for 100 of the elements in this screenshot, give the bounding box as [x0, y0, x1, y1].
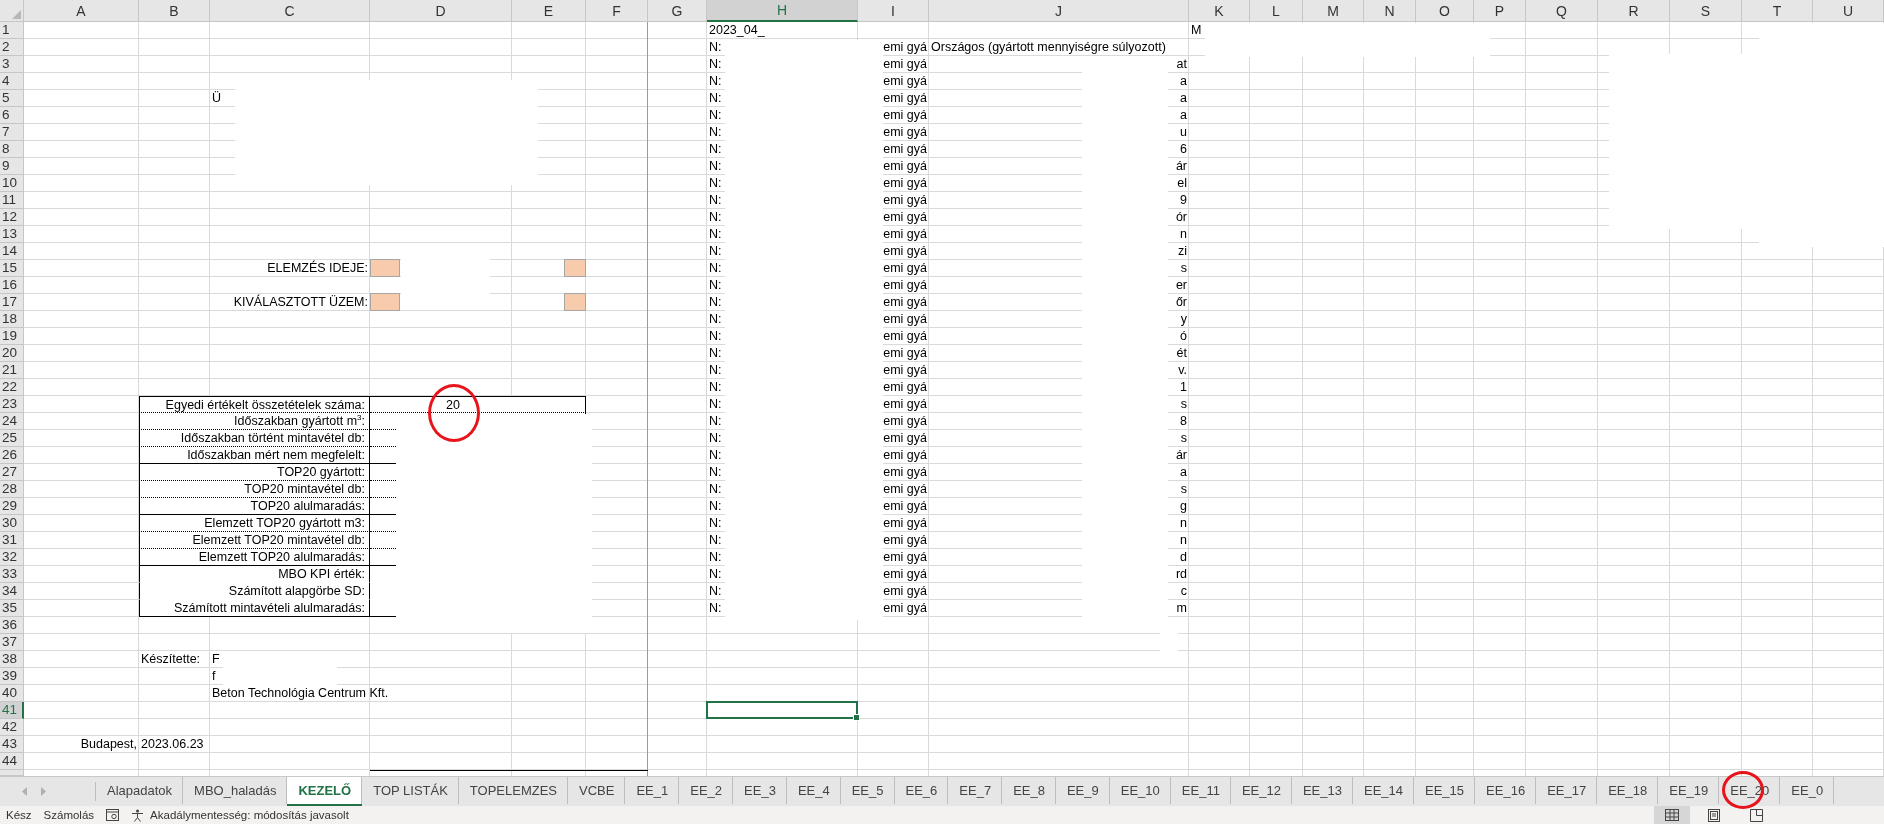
accessibility-status[interactable]: Akadálymentesség: módosítás javasolt — [150, 809, 355, 821]
sheet-tab[interactable]: TOP LISTÁK — [362, 777, 459, 806]
row-header[interactable]: 29 — [0, 498, 24, 515]
sheet-tab[interactable]: EE_19 — [1658, 777, 1720, 806]
sheet-tab[interactable]: EE_9 — [1055, 777, 1110, 806]
column-header[interactable]: J — [929, 0, 1189, 22]
sheet-tab[interactable]: VCBE — [568, 777, 626, 806]
row-header[interactable]: 23 — [0, 396, 24, 413]
sheet-tab[interactable]: EE_13 — [1291, 777, 1353, 806]
column-header[interactable]: Q — [1526, 0, 1598, 22]
row-header[interactable]: 37 — [0, 634, 24, 651]
row-header[interactable]: 24 — [0, 413, 24, 430]
column-header[interactable]: A — [24, 0, 139, 22]
row-header[interactable]: 38 — [0, 651, 24, 668]
column-header[interactable]: K — [1189, 0, 1250, 22]
row-header[interactable]: 32 — [0, 549, 24, 566]
row-header[interactable]: 16 — [0, 277, 24, 294]
sheet-tab[interactable]: KEZELŐ — [287, 777, 363, 806]
row-header[interactable]: 17 — [0, 294, 24, 311]
row-header[interactable]: 35 — [0, 600, 24, 617]
row-header[interactable]: 15 — [0, 260, 24, 277]
shaded-input-cell[interactable] — [564, 259, 586, 277]
row-header[interactable]: 25 — [0, 430, 24, 447]
scroll-left-icon[interactable] — [22, 787, 28, 796]
row-header[interactable]: 42 — [0, 719, 24, 736]
row-header[interactable]: 3 — [0, 56, 24, 73]
column-header[interactable]: L — [1250, 0, 1303, 22]
row-header[interactable]: 6 — [0, 107, 24, 124]
column-header[interactable]: H — [707, 0, 858, 22]
sheet-tab[interactable]: EE_10 — [1109, 777, 1171, 806]
sheet-tab[interactable]: MBO_haladás — [183, 777, 288, 806]
row-header[interactable]: 36 — [0, 617, 24, 634]
row-header[interactable]: 44 — [0, 753, 24, 770]
accessibility-icon[interactable] — [131, 808, 145, 822]
sheet-tab[interactable]: EE_8 — [1002, 777, 1056, 806]
row-header[interactable]: 1 — [0, 22, 24, 39]
sheet-tab[interactable]: EE_14 — [1353, 777, 1415, 806]
column-header[interactable]: U — [1813, 0, 1884, 22]
column-header[interactable]: C — [210, 0, 370, 22]
column-header[interactable]: R — [1598, 0, 1670, 22]
shaded-input-cell[interactable] — [564, 293, 586, 311]
sheet-tab[interactable]: Alapadatok — [96, 777, 184, 806]
column-header[interactable]: O — [1416, 0, 1474, 22]
row-header[interactable]: 40 — [0, 685, 24, 702]
column-header[interactable]: S — [1670, 0, 1742, 22]
sheet-tab[interactable]: EE_17 — [1536, 777, 1598, 806]
column-header[interactable]: T — [1742, 0, 1813, 22]
row-header[interactable]: 8 — [0, 141, 24, 158]
sheet-tab[interactable]: EE_12 — [1230, 777, 1292, 806]
fill-handle[interactable] — [853, 714, 860, 721]
row-header[interactable]: 43 — [0, 736, 24, 753]
scroll-right-icon[interactable] — [40, 787, 46, 796]
column-header[interactable]: P — [1474, 0, 1526, 22]
row-header[interactable] — [0, 770, 24, 776]
row-header[interactable]: 9 — [0, 158, 24, 175]
sheet-tab[interactable]: EE_2 — [679, 777, 734, 806]
shaded-input-cell[interactable] — [370, 293, 400, 311]
column-header[interactable]: E — [512, 0, 586, 22]
row-header[interactable]: 13 — [0, 226, 24, 243]
column-header[interactable]: B — [139, 0, 210, 22]
column-header[interactable]: D — [370, 0, 512, 22]
row-header[interactable]: 30 — [0, 515, 24, 532]
select-all-corner[interactable] — [0, 0, 24, 22]
sheet-tab[interactable]: EE_15 — [1414, 777, 1476, 806]
sheet-tab[interactable]: EE_4 — [786, 777, 841, 806]
column-header[interactable]: I — [858, 0, 929, 22]
row-header[interactable]: 14 — [0, 243, 24, 260]
sheet-tab[interactable]: EE_5 — [840, 777, 895, 806]
row-header[interactable]: 11 — [0, 192, 24, 209]
row-header[interactable]: 33 — [0, 566, 24, 583]
row-header[interactable]: 31 — [0, 532, 24, 549]
row-header[interactable]: 19 — [0, 328, 24, 345]
sheet-tab[interactable]: EE_16 — [1475, 777, 1537, 806]
row-header[interactable]: 4 — [0, 73, 24, 90]
macro-recorder-icon[interactable] — [106, 809, 120, 821]
sheet-tab[interactable]: EE_3 — [733, 777, 787, 806]
sheet-tab[interactable]: EE_7 — [948, 777, 1003, 806]
row-header[interactable]: 22 — [0, 379, 24, 396]
row-header[interactable]: 20 — [0, 345, 24, 362]
sheet-tab[interactable]: EE_1 — [625, 777, 680, 806]
row-header[interactable]: 18 — [0, 311, 24, 328]
row-header[interactable]: 10 — [0, 175, 24, 192]
shaded-input-cell[interactable] — [370, 259, 400, 277]
row-header[interactable]: 7 — [0, 124, 24, 141]
row-header[interactable]: 2 — [0, 39, 24, 56]
sheet-tab[interactable]: EE_6 — [894, 777, 949, 806]
view-button[interactable] — [1654, 806, 1690, 824]
row-header[interactable]: 5 — [0, 90, 24, 107]
column-header[interactable]: G — [648, 0, 707, 22]
row-header[interactable]: 12 — [0, 209, 24, 226]
sheet-tab[interactable]: TOPELEMZES — [458, 777, 569, 806]
sheet-tab[interactable]: EE_0 — [1780, 777, 1835, 806]
column-header[interactable]: F — [586, 0, 648, 22]
row-header[interactable]: 27 — [0, 464, 24, 481]
row-header[interactable]: 21 — [0, 362, 24, 379]
active-cell[interactable] — [706, 701, 858, 719]
row-header[interactable]: 28 — [0, 481, 24, 498]
row-header[interactable]: 26 — [0, 447, 24, 464]
row-header[interactable]: 39 — [0, 668, 24, 685]
row-header[interactable]: 34 — [0, 583, 24, 600]
